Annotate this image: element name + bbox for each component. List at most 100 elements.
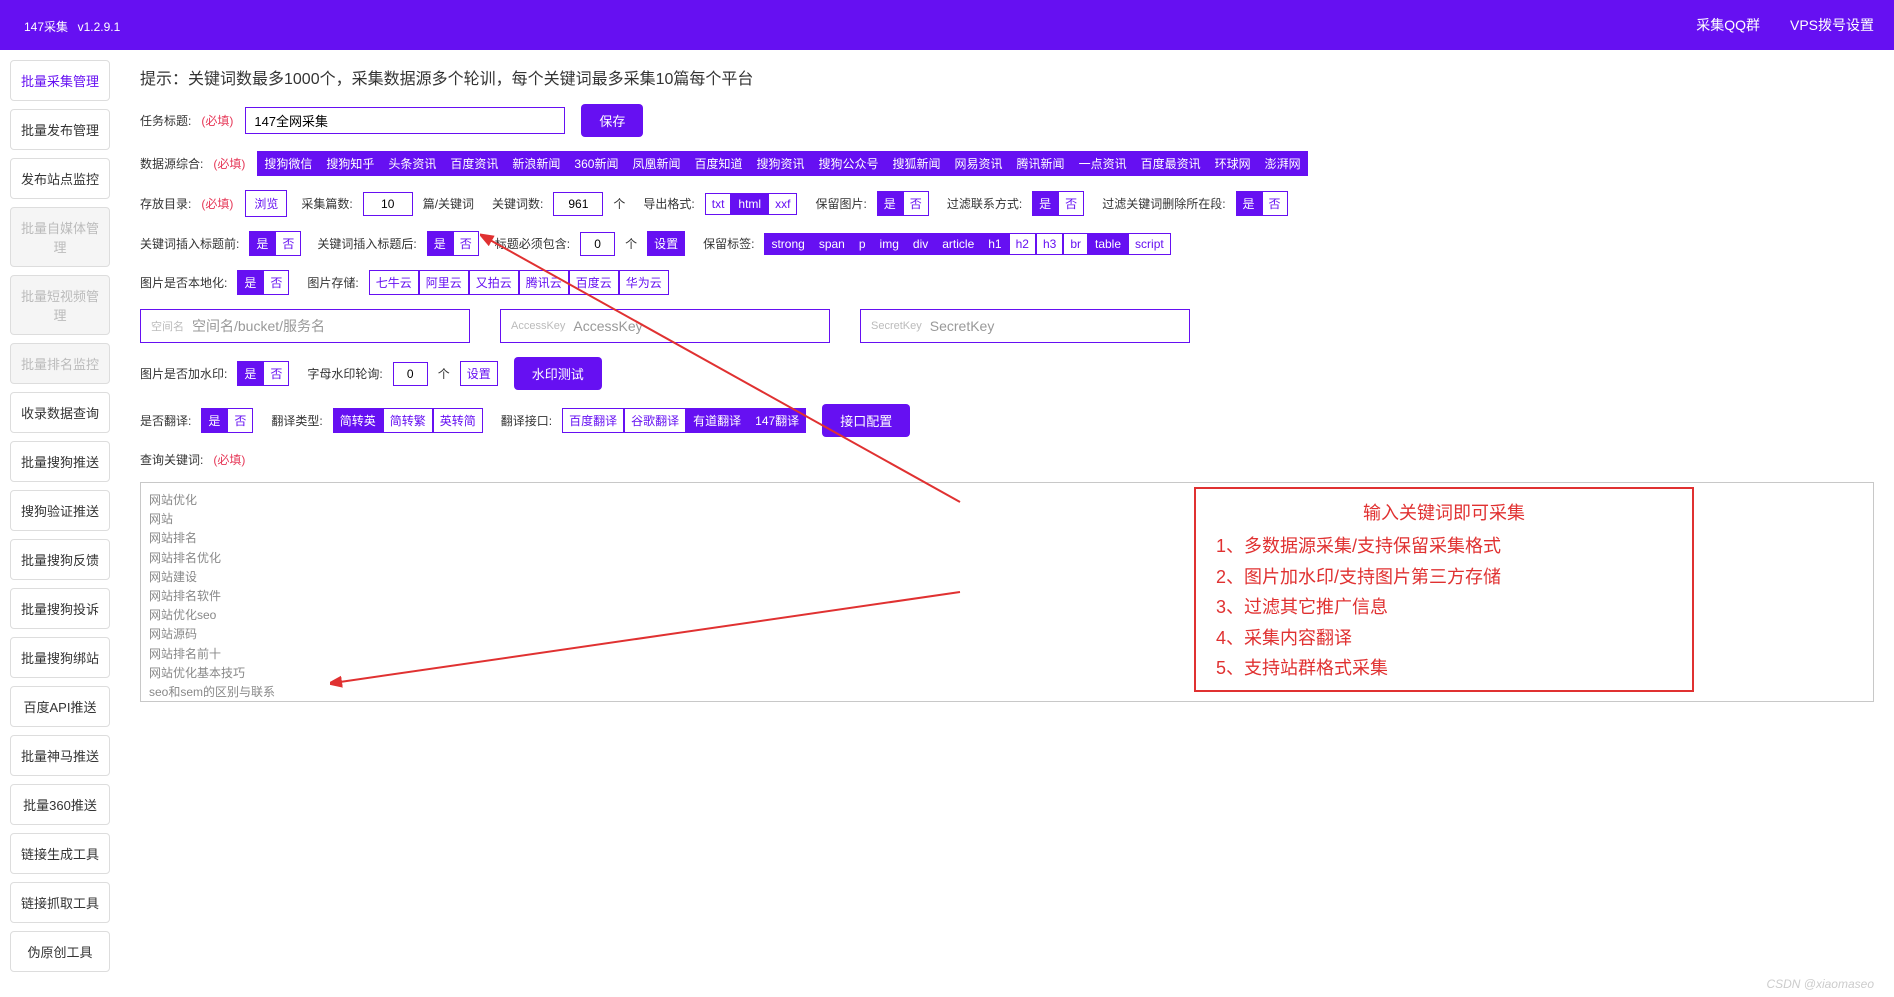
export-tag-1[interactable]: html xyxy=(731,193,768,215)
keeptag-opt-8[interactable]: h3 xyxy=(1036,233,1063,255)
source-tag-10[interactable]: 搜狐新闻 xyxy=(886,151,948,176)
transapi-opt-2[interactable]: 有道翻译 xyxy=(686,408,748,433)
sidebar-item-13[interactable]: 批量神马推送 xyxy=(10,735,110,776)
storage-input-1[interactable]: AccessKeyAccessKey xyxy=(500,309,830,343)
keepimg-opt-0[interactable]: 是 xyxy=(877,191,903,216)
sidebar-item-15[interactable]: 链接生成工具 xyxy=(10,833,110,874)
sidebar-item-8[interactable]: 搜狗验证推送 xyxy=(10,490,110,531)
keeptag-opt-0[interactable]: strong xyxy=(764,233,811,255)
storage-opt-0[interactable]: 七牛云 xyxy=(369,270,419,295)
sidebar-item-16[interactable]: 链接抓取工具 xyxy=(10,882,110,923)
source-tag-14[interactable]: 百度最资讯 xyxy=(1134,151,1208,176)
kw-req: (必填) xyxy=(213,451,245,468)
trans-opt-1[interactable]: 否 xyxy=(227,408,253,433)
sidebar-item-1[interactable]: 批量发布管理 xyxy=(10,109,110,150)
contain-input[interactable] xyxy=(580,232,615,256)
imglocal-opt-1[interactable]: 否 xyxy=(263,270,289,295)
source-tag-9[interactable]: 搜狗公众号 xyxy=(812,151,886,176)
sidebar-item-11[interactable]: 批量搜狗绑站 xyxy=(10,637,110,678)
source-tag-15[interactable]: 环球网 xyxy=(1208,151,1258,176)
source-tag-8[interactable]: 搜狗资讯 xyxy=(749,151,811,176)
keeptag-opt-5[interactable]: article xyxy=(935,233,981,255)
insertafter-opt-0[interactable]: 是 xyxy=(427,231,453,256)
keeptag-opt-11[interactable]: script xyxy=(1128,233,1171,255)
sidebar-item-7[interactable]: 批量搜狗推送 xyxy=(10,441,110,482)
source-tag-12[interactable]: 腾讯新闻 xyxy=(1010,151,1072,176)
sidebar-item-2[interactable]: 发布站点监控 xyxy=(10,158,110,199)
insertbefore-opt-1[interactable]: 否 xyxy=(275,231,301,256)
transtype-opt-0[interactable]: 简转英 xyxy=(333,408,383,433)
source-tag-4[interactable]: 新浪新闻 xyxy=(505,151,567,176)
keeptag-opt-2[interactable]: p xyxy=(852,233,873,255)
source-tag-6[interactable]: 凤凰新闻 xyxy=(625,151,687,176)
transtype-opt-1[interactable]: 简转繁 xyxy=(383,408,433,433)
wm-opt-1[interactable]: 否 xyxy=(263,361,289,386)
browse-button[interactable]: 浏览 xyxy=(245,190,287,217)
storage-opt-5[interactable]: 华为云 xyxy=(619,270,669,295)
sidebar-item-6[interactable]: 收录数据查询 xyxy=(10,392,110,433)
source-tag-2[interactable]: 头条资讯 xyxy=(381,151,443,176)
source-tag-0[interactable]: 搜狗微信 xyxy=(257,151,319,176)
source-tag-7[interactable]: 百度知道 xyxy=(687,151,749,176)
storage-opt-1[interactable]: 阿里云 xyxy=(419,270,469,295)
filtercontact-opt-1[interactable]: 否 xyxy=(1058,191,1084,216)
filterkw-opt-0[interactable]: 是 xyxy=(1236,191,1262,216)
wm-test-button[interactable]: 水印测试 xyxy=(514,357,602,390)
storage-opt-2[interactable]: 又拍云 xyxy=(469,270,519,295)
annotation-line: 2、图片加水印/支持图片第三方存储 xyxy=(1216,562,1672,593)
sidebar-item-0[interactable]: 批量采集管理 xyxy=(10,60,110,101)
task-input[interactable] xyxy=(245,107,565,134)
wm-opt-0[interactable]: 是 xyxy=(237,361,263,386)
count-input[interactable] xyxy=(363,192,413,216)
sidebar-item-14[interactable]: 批量360推送 xyxy=(10,784,110,825)
transtype-opt-2[interactable]: 英转简 xyxy=(433,408,483,433)
export-tag-0[interactable]: txt xyxy=(705,193,732,215)
source-tag-3[interactable]: 百度资讯 xyxy=(443,151,505,176)
trans-opt-0[interactable]: 是 xyxy=(201,408,227,433)
transapi-group: 百度翻译谷歌翻译有道翻译147翻译 xyxy=(562,408,806,433)
sidebar-item-12[interactable]: 百度API推送 xyxy=(10,686,110,727)
transapi-opt-1[interactable]: 谷歌翻译 xyxy=(624,408,686,433)
insertbefore-toggle: 是否 xyxy=(249,231,301,256)
filtercontact-opt-0[interactable]: 是 xyxy=(1032,191,1058,216)
insertafter-label: 关键词插入标题后: xyxy=(317,235,416,252)
transapi-opt-3[interactable]: 147翻译 xyxy=(748,408,806,433)
storage-opt-3[interactable]: 腾讯云 xyxy=(519,270,569,295)
storage-opt-4[interactable]: 百度云 xyxy=(569,270,619,295)
wmletter-input[interactable] xyxy=(393,362,428,386)
contain-set-button[interactable]: 设置 xyxy=(647,231,685,256)
keeptag-opt-10[interactable]: table xyxy=(1088,233,1128,255)
source-tag-16[interactable]: 澎湃网 xyxy=(1258,151,1308,176)
keepimg-opt-1[interactable]: 否 xyxy=(903,191,929,216)
save-button[interactable]: 保存 xyxy=(581,104,643,137)
annotation-line: 4、采集内容翻译 xyxy=(1216,623,1672,654)
link-vps[interactable]: VPS拨号设置 xyxy=(1790,15,1874,35)
keeptag-opt-1[interactable]: span xyxy=(812,233,852,255)
row-insert: 关键词插入标题前: 是否 关键词插入标题后: 是否 标题必须包含: 个 设置 保… xyxy=(140,231,1874,256)
sidebar-item-10[interactable]: 批量搜狗投诉 xyxy=(10,588,110,629)
keeptag-opt-4[interactable]: div xyxy=(906,233,935,255)
wmletter-set-button[interactable]: 设置 xyxy=(460,361,498,386)
link-qq[interactable]: 采集QQ群 xyxy=(1696,15,1760,35)
source-tag-13[interactable]: 一点资讯 xyxy=(1072,151,1134,176)
sidebar-item-9[interactable]: 批量搜狗反馈 xyxy=(10,539,110,580)
storage-input-2[interactable]: SecretKeySecretKey xyxy=(860,309,1190,343)
source-tag-5[interactable]: 360新闻 xyxy=(567,151,625,176)
kwcount-input[interactable] xyxy=(553,192,603,216)
keeptag-opt-3[interactable]: img xyxy=(873,233,906,255)
transtype-label: 翻译类型: xyxy=(271,412,322,429)
sidebar-item-17[interactable]: 伪原创工具 xyxy=(10,931,110,972)
source-tag-1[interactable]: 搜狗知乎 xyxy=(319,151,381,176)
api-config-button[interactable]: 接口配置 xyxy=(822,404,910,437)
filterkw-opt-1[interactable]: 否 xyxy=(1262,191,1288,216)
keeptag-opt-9[interactable]: br xyxy=(1063,233,1088,255)
export-tag-2[interactable]: xxf xyxy=(768,193,797,215)
keeptag-opt-7[interactable]: h2 xyxy=(1009,233,1036,255)
keeptag-opt-6[interactable]: h1 xyxy=(981,233,1008,255)
insertbefore-opt-0[interactable]: 是 xyxy=(249,231,275,256)
insertafter-opt-1[interactable]: 否 xyxy=(453,231,479,256)
imglocal-opt-0[interactable]: 是 xyxy=(237,270,263,295)
transapi-opt-0[interactable]: 百度翻译 xyxy=(562,408,624,433)
source-tag-11[interactable]: 网易资讯 xyxy=(948,151,1010,176)
storage-input-0[interactable]: 空间名空间名/bucket/服务名 xyxy=(140,309,470,343)
